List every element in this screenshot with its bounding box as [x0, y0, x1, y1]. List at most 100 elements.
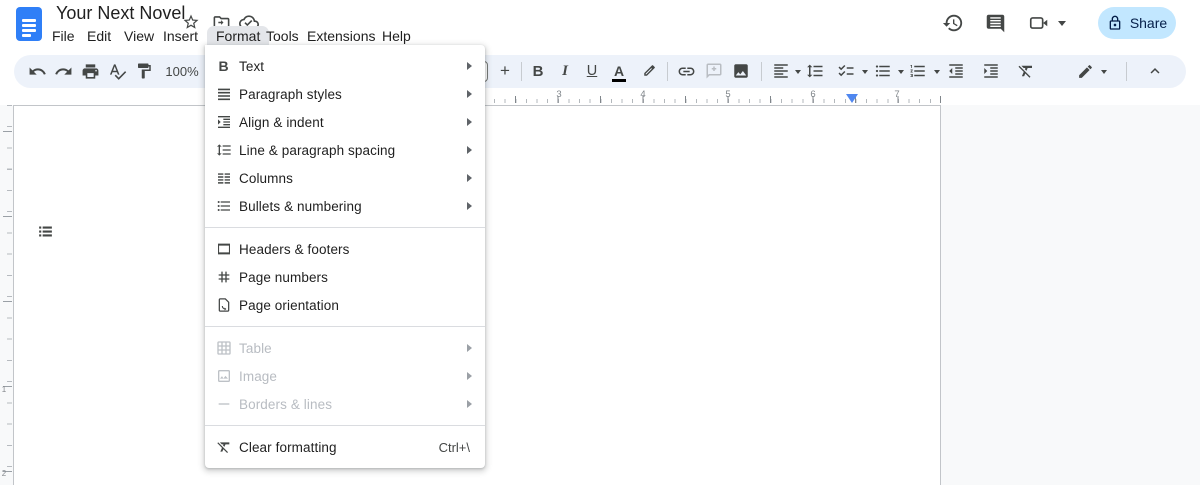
toolbar-divider [667, 62, 668, 81]
google-docs-app: Your Next Novel File Edit View Insert Fo… [0, 0, 1200, 485]
toolbar: 100% + B I U A [14, 55, 1186, 88]
line-spacing-icon[interactable] [802, 58, 828, 84]
format-menu-item-clear-formatting[interactable]: Clear formatting Ctrl+\ [205, 433, 485, 461]
clear-formatting-icon[interactable] [1013, 58, 1039, 84]
undo-icon[interactable] [24, 58, 50, 84]
menu-view[interactable]: View [124, 26, 154, 47]
format-menu-item-headers-footers[interactable]: Headers & footers [205, 235, 485, 263]
document-title[interactable]: Your Next Novel [56, 3, 185, 24]
bold-button[interactable]: B [525, 58, 551, 84]
format-menu-item-text[interactable]: B Text [205, 52, 485, 80]
share-button-label: Share [1129, 15, 1168, 31]
toolbar-divider [761, 62, 762, 81]
menu-divider [205, 425, 485, 426]
video-call-dropdown-icon[interactable] [1058, 21, 1066, 26]
format-menu-item-align-indent[interactable]: Align & indent [205, 108, 485, 136]
vruler-number: 1 [1, 385, 7, 394]
submenu-arrow-icon [467, 146, 472, 154]
add-comment-icon [701, 58, 727, 84]
font-size-increase-button[interactable]: + [492, 58, 518, 84]
lock-icon [1109, 15, 1121, 30]
menu-format[interactable]: Format [207, 26, 270, 47]
top-bar: Your Next Novel File Edit View Insert Fo… [0, 0, 1200, 50]
submenu-arrow-icon [467, 174, 472, 182]
spellcheck-icon[interactable] [104, 58, 130, 84]
underline-button[interactable]: U [579, 58, 605, 84]
menu-edit[interactable]: Edit [87, 26, 111, 47]
numbered-list-dropdown-icon[interactable] [934, 70, 940, 74]
format-menu-item-table: Table [205, 334, 485, 362]
right-indent-marker[interactable] [846, 94, 858, 103]
docs-logo-icon[interactable] [16, 7, 42, 41]
print-icon[interactable] [77, 58, 103, 84]
ruler-number: 7 [894, 89, 900, 100]
highlight-color-icon[interactable] [635, 58, 661, 84]
format-menu-dropdown: B Text Paragraph styles Align & indent L… [205, 45, 485, 468]
collapse-toolbar-icon[interactable] [1142, 58, 1168, 84]
align-indent-icon [215, 114, 232, 131]
headers-footers-icon [215, 241, 232, 258]
format-menu-item-line-spacing[interactable]: Line & paragraph spacing [205, 136, 485, 164]
redo-icon[interactable] [50, 58, 76, 84]
text-color-button[interactable]: A [606, 58, 632, 84]
video-call-icon[interactable] [1026, 10, 1052, 36]
menu-file[interactable]: File [52, 26, 75, 47]
checklist-icon[interactable] [833, 58, 859, 84]
image-icon [215, 368, 232, 385]
submenu-arrow-icon [467, 62, 472, 70]
italic-button[interactable]: I [552, 58, 578, 84]
align-left-icon[interactable] [768, 58, 794, 84]
format-menu-item-image: Image [205, 362, 485, 390]
shortcut-label: Ctrl+\ [438, 439, 470, 455]
increase-indent-icon[interactable] [978, 58, 1004, 84]
submenu-arrow-icon [467, 202, 472, 210]
menu-help[interactable]: Help [382, 26, 411, 47]
bulleted-list-icon[interactable] [870, 58, 896, 84]
paragraph-styles-icon [215, 86, 232, 103]
submenu-arrow-icon [467, 90, 472, 98]
submenu-arrow-icon [467, 372, 472, 380]
editing-mode-pen-icon[interactable] [1072, 58, 1098, 84]
align-dropdown-icon[interactable] [795, 70, 801, 74]
numbered-list-icon[interactable] [905, 58, 931, 84]
zoom-select[interactable]: 100% [160, 55, 204, 88]
ruler-number: 5 [725, 89, 731, 100]
menu-tools[interactable]: Tools [266, 26, 299, 47]
bullets-numbering-icon [215, 198, 232, 215]
table-icon [215, 340, 232, 357]
vertical-ruler: 1 2 3 [0, 105, 13, 485]
bulleted-list-dropdown-icon[interactable] [898, 70, 904, 74]
share-button[interactable]: Share [1098, 7, 1176, 39]
line-spacing-icon [215, 142, 232, 159]
show-outline-icon[interactable] [32, 218, 58, 244]
bold-icon: B [218, 58, 229, 74]
paint-format-icon[interactable] [131, 58, 157, 84]
editing-mode-dropdown-icon[interactable] [1101, 70, 1107, 74]
horizontal-ruler: 3 4 5 6 7 [0, 88, 1200, 105]
checklist-dropdown-icon[interactable] [862, 70, 868, 74]
insert-link-icon[interactable] [673, 58, 699, 84]
comments-icon[interactable] [982, 10, 1008, 36]
format-menu-item-columns[interactable]: Columns [205, 164, 485, 192]
menu-extensions[interactable]: Extensions [307, 26, 375, 47]
ruler-number: 3 [556, 89, 562, 100]
history-icon[interactable] [940, 10, 966, 36]
format-menu-item-borders-lines: Borders & lines [205, 390, 485, 418]
columns-icon [215, 170, 232, 187]
format-menu-item-page-numbers[interactable]: Page numbers [205, 263, 485, 291]
format-menu-item-paragraph-styles[interactable]: Paragraph styles [205, 80, 485, 108]
submenu-arrow-icon [467, 118, 472, 126]
vruler-number: 2 [1, 469, 7, 478]
submenu-arrow-icon [467, 344, 472, 352]
format-menu-item-bullets-numbering[interactable]: Bullets & numbering [205, 192, 485, 220]
menu-divider [205, 227, 485, 228]
insert-image-icon[interactable] [728, 58, 754, 84]
submenu-arrow-icon [467, 400, 472, 408]
menu-insert[interactable]: Insert [163, 26, 198, 47]
borders-lines-icon [215, 396, 232, 413]
format-menu-item-page-orientation[interactable]: Page orientation [205, 291, 485, 319]
page-numbers-icon [215, 269, 232, 286]
decrease-indent-icon[interactable] [943, 58, 969, 84]
document-area: 1 2 3 [0, 105, 1200, 485]
menu-divider [205, 326, 485, 327]
